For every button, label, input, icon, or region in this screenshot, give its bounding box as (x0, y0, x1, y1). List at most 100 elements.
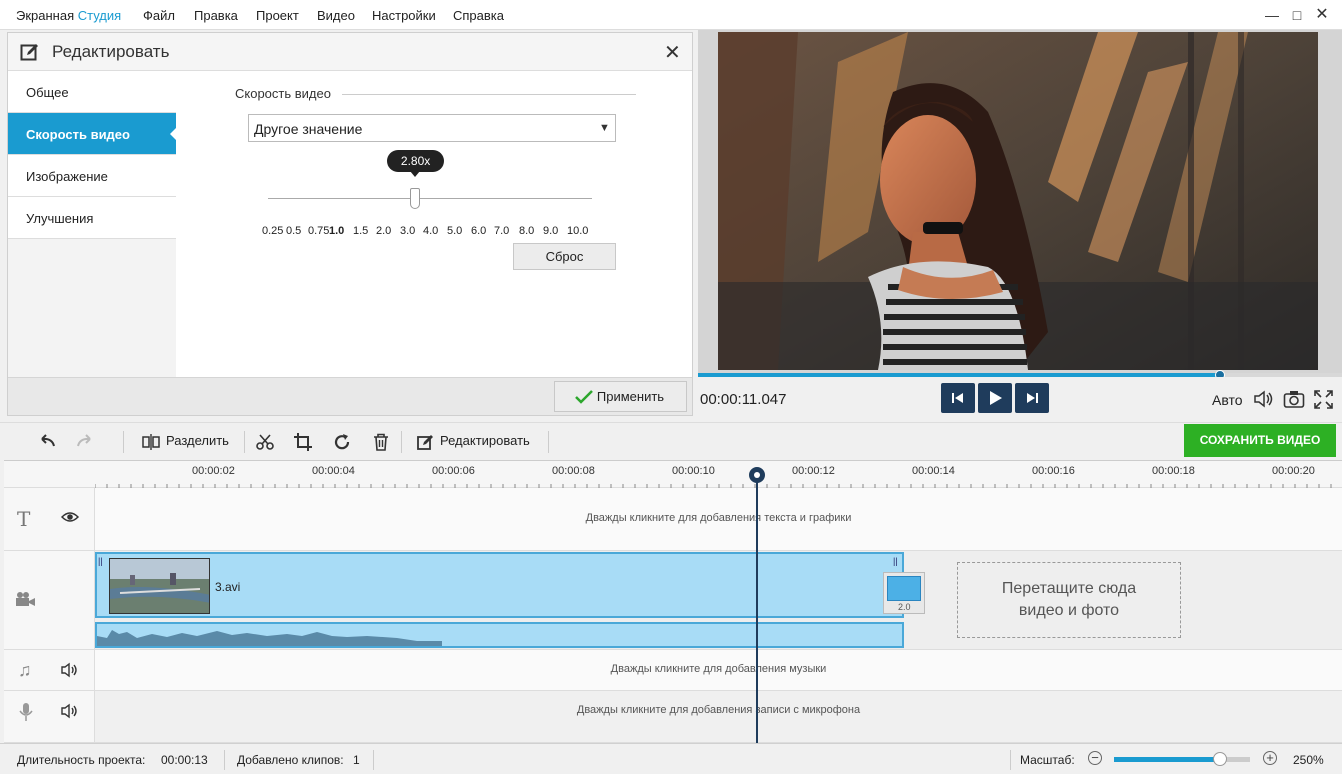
zoom-slider[interactable] (1114, 752, 1250, 766)
ruler-tick-label: 00:00:16 (1032, 465, 1075, 477)
speed-select-value: Другое значение (254, 121, 363, 137)
save-video-button[interactable]: СОХРАНИТЬ ВИДЕО (1184, 424, 1336, 457)
menu-project[interactable]: Проект (256, 8, 299, 23)
app-title: Экранная Студия (16, 8, 121, 23)
text-track[interactable]: T Дважды кликните для добавления текста … (4, 488, 1342, 551)
next-frame-button[interactable] (1015, 383, 1049, 413)
mic-volume-icon[interactable] (61, 703, 79, 719)
menu-help[interactable]: Справка (453, 8, 504, 23)
status-separator (373, 750, 374, 770)
status-separator (1010, 750, 1011, 770)
clip-thumbnail (109, 558, 210, 614)
music-track-hint: Дважды кликните для добавления музыки (610, 663, 827, 675)
editor-sidebar: Общее Скорость видео Изображение Улучшен… (8, 71, 177, 377)
mic-track-header (4, 691, 95, 742)
clip-right-handle[interactable]: || (893, 556, 898, 566)
quality-auto[interactable]: Авто (1212, 392, 1243, 408)
reset-button[interactable]: Сброс (513, 243, 616, 270)
scissors-icon[interactable] (256, 433, 274, 451)
clips-label: Добавлено клипов: (237, 753, 344, 767)
sidebar-item-image[interactable]: Изображение (8, 155, 176, 197)
speed-slider-thumb[interactable] (410, 188, 421, 209)
zoom-in-icon[interactable]: + (1263, 751, 1277, 765)
toolbar-separator (548, 431, 549, 453)
minimize-icon[interactable]: — (1262, 5, 1282, 25)
app-title-part2: Студия (77, 8, 122, 23)
speed-scale-label: 4.0 (423, 225, 439, 237)
transition-tile[interactable]: 2.0 (883, 572, 925, 614)
skip-back-icon (952, 393, 963, 403)
audio-waveform[interactable] (95, 622, 904, 648)
text-track-hint: Дважды кликните для добавления текста и … (585, 512, 852, 524)
playhead-dot (754, 472, 760, 478)
speed-slider-track[interactable] (268, 198, 592, 199)
crop-icon[interactable] (294, 433, 312, 451)
sidebar-item-enhancements[interactable]: Улучшения (8, 197, 176, 239)
close-panel-icon[interactable]: ✕ (664, 40, 681, 65)
volume-icon[interactable] (1254, 390, 1274, 408)
toolbar-separator (244, 431, 245, 453)
drop-zone-line2: видео и фото (1018, 602, 1120, 619)
play-button[interactable] (978, 383, 1012, 413)
timeline-ruler[interactable]: 00:00:02 00:00:04 00:00:06 00:00:08 00:00:10… (4, 460, 1342, 489)
zoom-slider-knob[interactable] (1213, 752, 1228, 766)
skip-forward-icon (1027, 393, 1038, 403)
ruler-tick-label: 00:00:10 (672, 465, 715, 477)
clip-left-handle[interactable]: || (98, 556, 103, 566)
menu-edit[interactable]: Правка (194, 8, 238, 23)
clip-name: 3.avi (215, 580, 241, 594)
edit-button[interactable]: Редактировать (414, 429, 539, 455)
drop-zone[interactable]: Перетащите сюда видео и фото (957, 562, 1181, 638)
video-clip[interactable]: || || 3.avi (95, 552, 904, 618)
undo-icon[interactable] (36, 434, 56, 448)
music-track[interactable]: ♫ Дважды кликните для добавления музыки (4, 650, 1342, 691)
tooltip-arrow (410, 171, 421, 177)
speed-select[interactable]: Другое значение ▼ (248, 114, 616, 142)
duration-value: 00:00:13 (161, 753, 208, 767)
music-note-icon: ♫ (18, 660, 32, 680)
video-frame[interactable] (718, 32, 1318, 370)
transition-duration: 2.0 (898, 602, 911, 612)
close-window-icon[interactable]: ✕ (1312, 5, 1332, 25)
maximize-icon[interactable]: □ (1287, 5, 1307, 25)
trash-icon[interactable] (373, 433, 389, 451)
toolbar-separator (123, 431, 124, 453)
redo-icon[interactable] (76, 434, 96, 448)
speed-scale-label: 0.5 (286, 225, 302, 237)
speed-scale-label: 9.0 (543, 225, 559, 237)
edit-panel-header: Редактировать ✕ (8, 33, 692, 71)
speed-scale-label: 0.25 (262, 225, 284, 237)
eye-icon[interactable] (61, 511, 79, 523)
edit-panel-footer: Применить (8, 377, 692, 415)
timecode: 00:00:11.047 (700, 391, 787, 408)
apply-button[interactable]: Применить (554, 381, 687, 412)
fullscreen-icon[interactable] (1314, 390, 1333, 409)
sidebar-item-video-speed[interactable]: Скорость видео (8, 113, 176, 155)
camera-icon[interactable] (1283, 389, 1305, 409)
menu-video[interactable]: Видео (317, 8, 355, 23)
music-volume-icon[interactable] (61, 662, 79, 678)
zoom-out-icon[interactable]: − (1088, 751, 1102, 765)
duration-label: Длительность проекта: (17, 753, 146, 767)
rotate-icon[interactable] (333, 433, 351, 451)
split-button[interactable]: Разделить (140, 429, 236, 455)
clip-thumbnail-image (110, 559, 209, 613)
music-track-header: ♫ (4, 650, 95, 690)
video-track[interactable]: || || 3.avi 2.0 Перетащите сюда видео и … (4, 551, 1342, 650)
playhead-handle[interactable] (749, 467, 765, 483)
edit-icon (417, 435, 433, 450)
prev-frame-button[interactable] (941, 383, 975, 413)
menu-file[interactable]: Файл (143, 8, 175, 23)
speed-content: Скорость видео Другое значение ▼ 2.80x 0… (176, 71, 692, 377)
zoom-label: Масштаб: (1020, 753, 1075, 767)
split-icon (142, 434, 160, 450)
timeline-toolbar: Разделить Редактировать СОХРАНИТЬ ВИДЕО (0, 422, 1342, 460)
microphone-track[interactable]: Дважды кликните для добавления записи с … (4, 691, 1342, 743)
microphone-icon (19, 703, 33, 721)
menu-settings[interactable]: Настройки (372, 8, 436, 23)
speed-tooltip: 2.80x (387, 150, 445, 172)
zoom-slider-fill (1114, 757, 1221, 762)
title-bar: Экранная Студия Файл Правка Проект Видео… (0, 0, 1342, 30)
edit-panel-title: Редактировать (52, 42, 170, 61)
sidebar-item-general[interactable]: Общее (8, 71, 176, 113)
